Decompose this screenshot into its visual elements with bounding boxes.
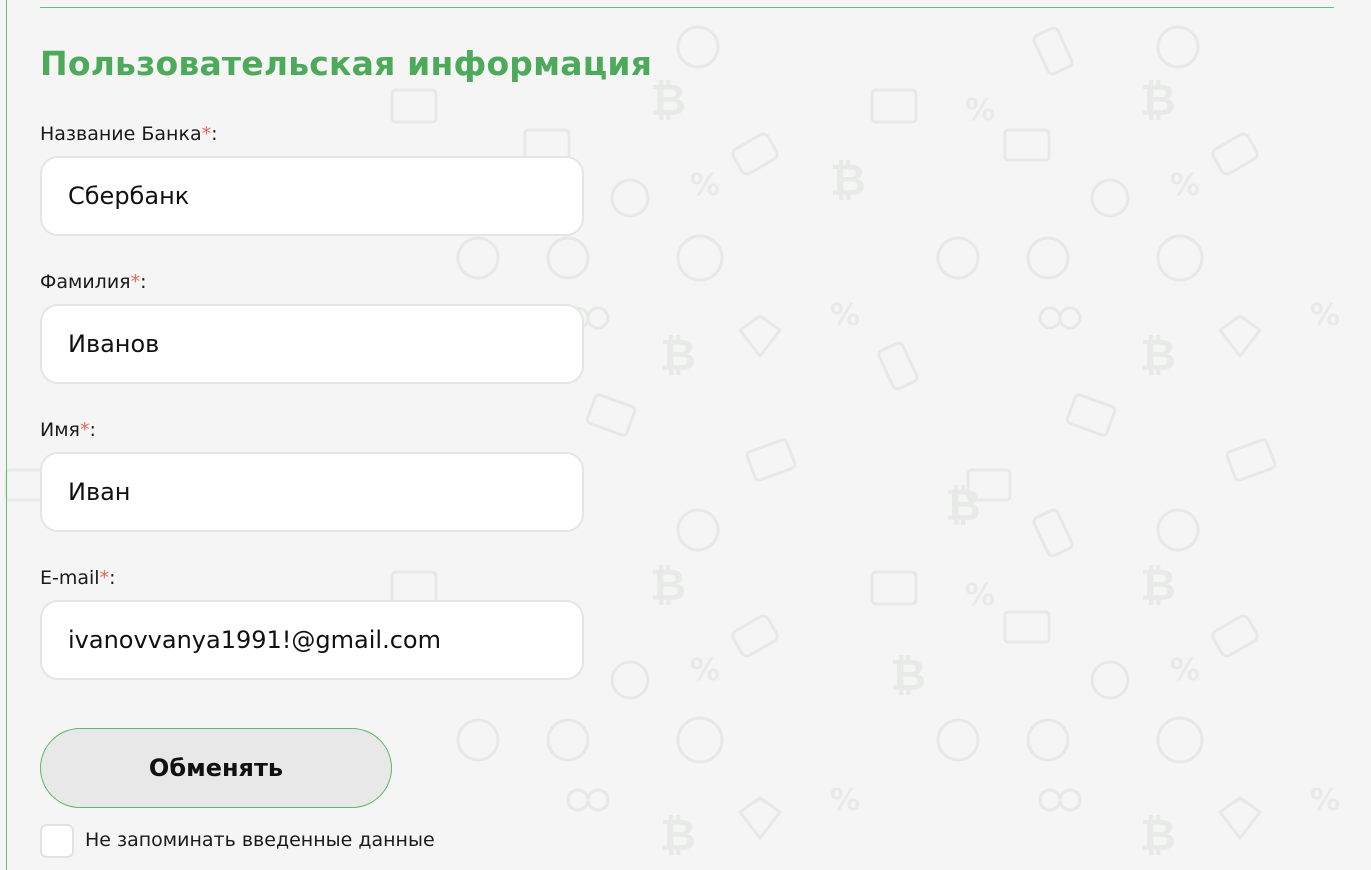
section-title: Пользовательская информация — [40, 44, 653, 83]
email-label: E-mail*: — [40, 567, 116, 589]
required-mark: * — [201, 123, 212, 145]
last-name-label-text: Фамилия — [40, 271, 131, 293]
email-input[interactable]: ivanovvanya1991!@gmail.com — [40, 600, 584, 680]
last-name-input[interactable]: Иванов — [40, 304, 584, 384]
top-divider — [40, 7, 1334, 8]
email-label-text: E-mail — [40, 567, 100, 589]
required-mark: * — [79, 419, 90, 441]
last-name-label: Фамилия*: — [40, 271, 147, 293]
dont-remember-label: Не запоминать введенные данные — [85, 829, 435, 851]
bank-name-input[interactable]: Сбербанк — [40, 156, 584, 236]
required-mark: * — [99, 567, 110, 589]
first-name-label-text: Имя — [40, 419, 80, 441]
exchange-button[interactable]: Обменять — [40, 728, 392, 808]
first-name-input[interactable]: Иван — [40, 452, 584, 532]
bank-name-label: Название Банка*: — [40, 123, 218, 145]
required-mark: * — [130, 271, 141, 293]
dont-remember-checkbox[interactable] — [40, 824, 74, 858]
bank-name-label-text: Название Банка — [40, 123, 202, 145]
first-name-label: Имя*: — [40, 419, 96, 441]
